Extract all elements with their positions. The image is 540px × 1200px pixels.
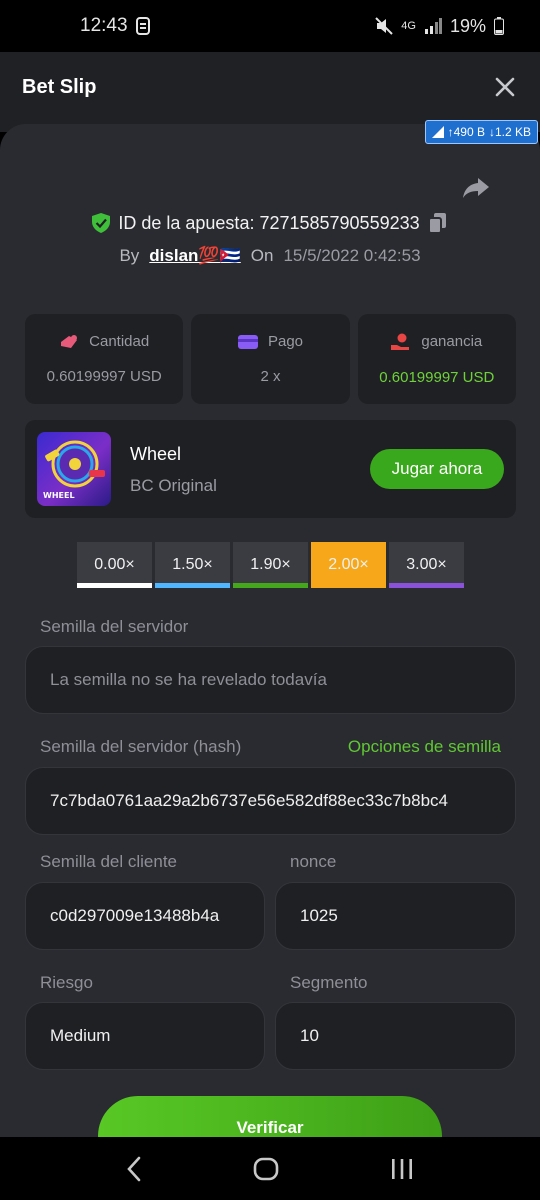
stat-profit-header: ganancia xyxy=(391,333,482,351)
multiplier-color-bar xyxy=(389,583,464,588)
client-seed-label: Semilla del cliente xyxy=(40,852,178,871)
status-icons: 4G 19% xyxy=(375,16,504,37)
multiplier-3-selected[interactable]: 2.00× xyxy=(311,542,386,588)
stat-payout-header: Pago xyxy=(237,333,304,350)
username-link[interactable]: dislan💯🇨🇺 xyxy=(149,246,240,266)
multiplier-label: 3.00× xyxy=(406,556,447,573)
status-bar: 12:43 4G 19% xyxy=(0,0,540,52)
segment-label: Segmento xyxy=(290,973,368,992)
battery-icon xyxy=(494,17,504,35)
nonce-label: nonce xyxy=(290,852,337,871)
multiplier-0[interactable]: 0.00× xyxy=(77,542,152,588)
bet-date: 15/5/2022 0:42:53 xyxy=(283,246,421,265)
signal-triangle-icon xyxy=(431,126,444,138)
multiplier-label: 1.90× xyxy=(250,556,291,573)
share-icon[interactable] xyxy=(462,176,490,200)
notification-icon xyxy=(135,17,150,35)
battery-percent: 19% xyxy=(449,15,486,36)
multiplier-color-bar xyxy=(77,583,152,588)
multiplier-color-bar xyxy=(155,583,230,588)
mute-icon xyxy=(375,17,393,35)
upload-speed: ↑490 B xyxy=(447,125,485,139)
profit-hand-icon xyxy=(391,333,410,350)
multiplier-strip: 0.00× 1.50× 1.90× 2.00× 3.00× xyxy=(77,542,464,588)
stat-payout: Pago 2 x xyxy=(191,314,350,404)
seed-options-link[interactable]: Opciones de semilla xyxy=(348,737,501,757)
sheet-title: Bet Slip xyxy=(22,76,97,98)
home-icon[interactable] xyxy=(253,1157,279,1181)
server-seed-label: Semilla del servidor xyxy=(40,617,189,636)
bet-id-row: ID de la apuesta: 7271585790559233 xyxy=(0,212,540,234)
stat-amount-value: 0.60199997 USD xyxy=(46,368,162,385)
close-icon[interactable] xyxy=(494,76,516,98)
segment-field[interactable]: 10 xyxy=(275,1002,516,1070)
stat-amount-header: Cantidad xyxy=(59,333,149,350)
stat-payout-value: 2 x xyxy=(260,368,281,385)
stat-payout-label: Pago xyxy=(267,333,304,350)
nonce-field[interactable]: 1025 xyxy=(275,882,516,950)
stat-profit-label: ganancia xyxy=(421,333,483,350)
wallet-icon xyxy=(237,334,258,349)
signal-icon xyxy=(424,18,442,34)
bet-id: ID de la apuesta: 7271585790559233 xyxy=(118,212,420,233)
risk-label: Riesgo xyxy=(40,973,93,992)
stat-profit: ganancia 0.60199997 USD xyxy=(357,314,516,404)
thumb-label: WHEEL xyxy=(43,491,75,500)
stat-profit-value: 0.60199997 USD xyxy=(379,368,495,386)
recents-icon[interactable] xyxy=(390,1157,414,1181)
stat-amount: Cantidad 0.60199997 USD xyxy=(25,314,184,404)
network-speed-badge: ↑490 B ↓1.2 KB xyxy=(424,120,538,144)
amount-icon xyxy=(61,334,78,348)
bet-stats: Cantidad 0.60199997 USD Pago 2 x gananci… xyxy=(25,314,516,404)
game-card: WHEEL Wheel BC Original Jugar ahora xyxy=(25,420,516,518)
status-time-group: 12:43 xyxy=(80,15,150,37)
multiplier-color-bar xyxy=(233,583,308,588)
game-name: Wheel xyxy=(130,444,182,464)
client-seed-field[interactable]: c0d297009e13488b4a xyxy=(25,882,265,950)
multiplier-2[interactable]: 1.90× xyxy=(233,542,308,588)
shield-check-icon xyxy=(92,213,111,233)
risk-field[interactable]: Medium xyxy=(25,1002,265,1070)
wheel-game-image: WHEEL xyxy=(43,440,105,500)
stat-amount-label: Cantidad xyxy=(89,333,150,350)
on-label: On xyxy=(250,246,274,265)
play-now-button[interactable]: Jugar ahora xyxy=(370,449,504,489)
copy-icon[interactable] xyxy=(427,212,448,234)
by-label: By xyxy=(119,246,140,265)
game-thumbnail[interactable]: WHEEL xyxy=(37,432,111,506)
multiplier-label: 2.00× xyxy=(328,556,369,573)
server-hash-label: Semilla del servidor (hash) xyxy=(40,737,242,756)
back-icon[interactable] xyxy=(126,1156,142,1182)
server-hash-field[interactable]: 7c7bda0761aa29a2b6737e56e582df88ec33c7b8… xyxy=(25,767,516,835)
network-type: 4G xyxy=(401,20,416,32)
multiplier-label: 0.00× xyxy=(94,556,135,573)
server-seed-field[interactable]: La semilla no se ha revelado todavía xyxy=(25,646,516,714)
bet-author-row: By dislan💯🇨🇺 On 15/5/2022 0:42:53 xyxy=(0,246,540,266)
download-speed: ↓1.2 KB xyxy=(488,125,531,139)
multiplier-label: 1.50× xyxy=(172,556,213,573)
multiplier-1[interactable]: 1.50× xyxy=(155,542,230,588)
game-subtitle: BC Original xyxy=(130,476,217,495)
status-time: 12:43 xyxy=(80,15,128,36)
system-nav-bar xyxy=(0,1137,540,1200)
multiplier-4[interactable]: 3.00× xyxy=(389,542,464,588)
